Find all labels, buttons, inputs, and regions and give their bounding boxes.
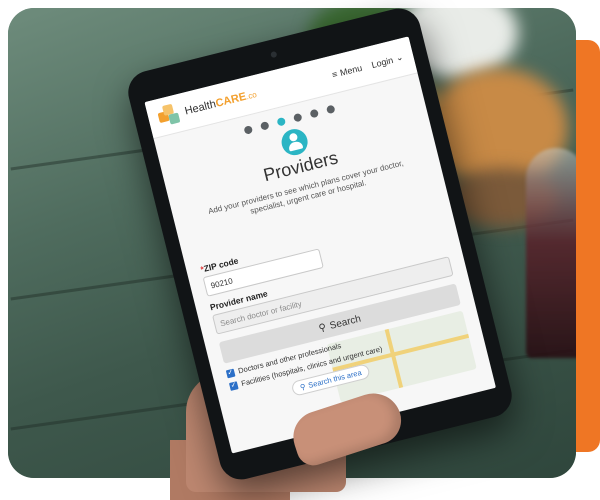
step-dot-active	[275, 117, 286, 127]
facilities-checkbox[interactable]: ✓	[228, 380, 239, 391]
provider-person-icon	[278, 126, 311, 158]
orange-accent-stripe	[576, 40, 600, 452]
tablet-wrapper: HealthCARE.co ≡ Menu Login ⌄ Providers A…	[123, 3, 550, 485]
doctors-checkbox[interactable]: ✓	[225, 368, 236, 378]
logo-icon	[156, 102, 183, 129]
login-button[interactable]: Login ⌄	[370, 51, 404, 70]
menu-label: Menu	[338, 62, 364, 78]
step-dot	[242, 125, 253, 135]
login-label: Login	[370, 54, 395, 70]
search-icon: ⚲	[299, 381, 307, 392]
menu-icon: ≡	[330, 68, 339, 80]
camera-icon	[270, 50, 278, 59]
search-icon: ⚲	[317, 321, 328, 335]
logo-text: HealthCARE.co	[183, 89, 258, 118]
chevron-down-icon: ⌄	[394, 51, 405, 64]
step-dot	[292, 112, 303, 123]
menu-button[interactable]: ≡ Menu	[331, 62, 363, 79]
search-button-label: Search	[328, 313, 363, 332]
tablet-screen: HealthCARE.co ≡ Menu Login ⌄ Providers A…	[144, 36, 496, 454]
logo[interactable]: HealthCARE.co	[156, 83, 259, 129]
step-dot	[308, 108, 319, 119]
step-dot	[259, 121, 270, 131]
provider-form: *ZIP code 90210 Provider name Search doc…	[186, 202, 486, 414]
step-dot	[325, 104, 336, 115]
